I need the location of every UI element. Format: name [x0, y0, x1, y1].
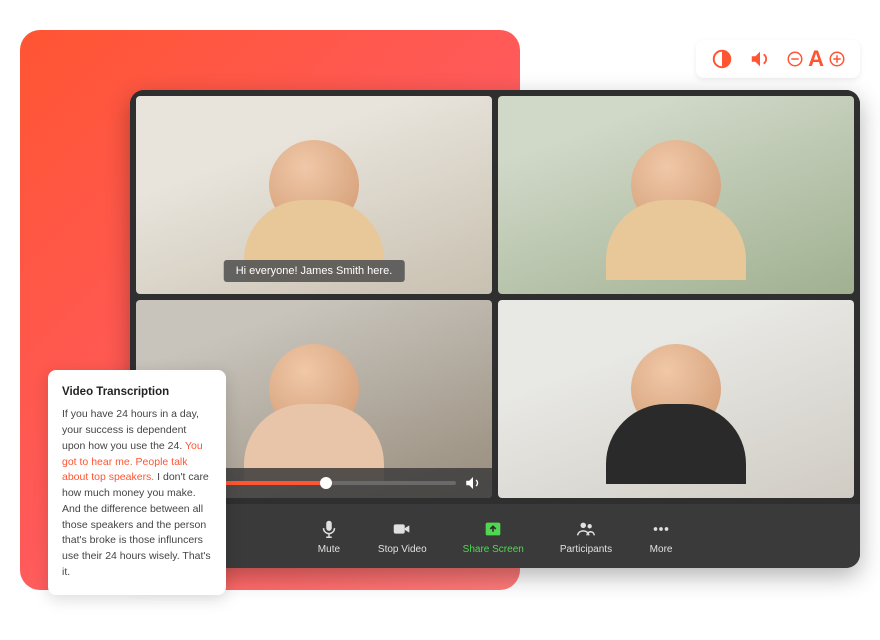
- participants-icon: [573, 518, 599, 540]
- microphone-icon: [316, 518, 342, 540]
- transcription-panel: Video Transcription If you have 24 hours…: [48, 370, 226, 595]
- text-size-control: A: [786, 46, 846, 72]
- participants-button[interactable]: Participants: [560, 518, 612, 555]
- more-button[interactable]: More: [648, 518, 674, 555]
- more-icon: [648, 518, 674, 540]
- video-conference-window: Hi everyone! James Smith here.: [130, 90, 860, 568]
- mute-button[interactable]: Mute: [316, 518, 342, 555]
- more-label: More: [650, 544, 673, 555]
- transcription-text-2: I don't care how much money you make. An…: [62, 471, 211, 578]
- stop-video-label: Stop Video: [378, 544, 427, 555]
- participant-avatar: [631, 344, 721, 434]
- video-tile-4[interactable]: [498, 300, 854, 498]
- live-caption: Hi everyone! James Smith here.: [224, 260, 405, 282]
- text-size-letter: A: [808, 46, 824, 72]
- volume-icon[interactable]: [464, 474, 482, 492]
- mute-label: Mute: [318, 544, 340, 555]
- contrast-icon[interactable]: [710, 47, 734, 71]
- video-grid: Hi everyone! James Smith here.: [130, 90, 860, 504]
- transcription-text-1: If you have 24 hours in a day, your succ…: [62, 408, 199, 452]
- video-tile-1[interactable]: Hi everyone! James Smith here.: [136, 96, 492, 294]
- text-size-minus-icon[interactable]: [786, 50, 804, 68]
- accessibility-toolbar: A: [696, 40, 860, 78]
- share-screen-button[interactable]: Share Screen: [463, 518, 524, 555]
- share-icon: [480, 518, 506, 540]
- camera-icon: [389, 518, 415, 540]
- share-screen-label: Share Screen: [463, 544, 524, 555]
- participant-avatar: [269, 140, 359, 230]
- video-tile-2[interactable]: [498, 96, 854, 294]
- participant-avatar: [631, 140, 721, 230]
- conference-toolbar: Mute Stop Video Share Screen Participant…: [130, 504, 860, 568]
- transcription-title: Video Transcription: [62, 384, 212, 401]
- participant-avatar: [269, 344, 359, 434]
- speaker-icon[interactable]: [748, 47, 772, 71]
- progress-thumb[interactable]: [320, 477, 332, 489]
- stop-video-button[interactable]: Stop Video: [378, 518, 427, 555]
- text-size-plus-icon[interactable]: [828, 50, 846, 68]
- participants-label: Participants: [560, 544, 612, 555]
